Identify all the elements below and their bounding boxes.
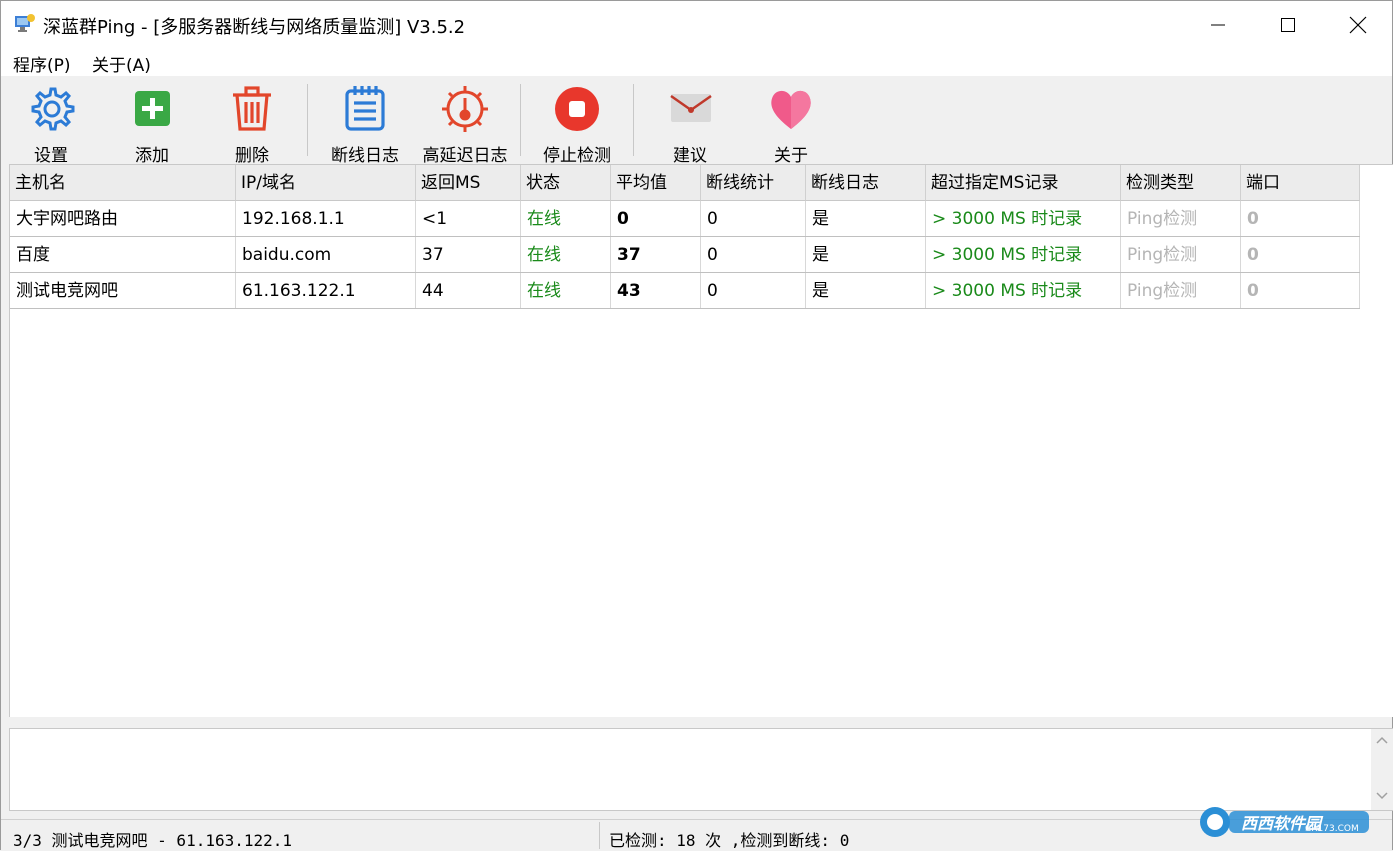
log-scrollbar[interactable] <box>1371 729 1393 810</box>
cell-over-ms: > 3000 MS 时记录 <box>926 201 1121 236</box>
cell-port: 0 <box>1241 273 1360 308</box>
cell-check-type: Ping检测 <box>1121 201 1241 236</box>
column-header-status[interactable]: 状态 <box>521 165 611 201</box>
title-bar[interactable]: 深蓝群Ping - [多服务器断线与网络质量监测] V3.5.2 <box>1 1 1392 48</box>
status-check-count: 已检测: 18 次 ,检测到断线: 0 <box>609 831 850 850</box>
menu-about[interactable]: 关于(A) <box>92 51 151 76</box>
toolbar-separator <box>633 84 634 156</box>
cell-over-ms: > 3000 MS 时记录 <box>926 273 1121 308</box>
heart-icon <box>771 90 811 129</box>
cell-port: 0 <box>1241 201 1360 236</box>
column-header-drop-count[interactable]: 断线统计 <box>701 165 806 201</box>
cell-host: 大宇网吧路由 <box>10 201 236 236</box>
cell-ip: 192.168.1.1 <box>236 201 416 236</box>
menu-program[interactable]: 程序(P) <box>13 51 71 76</box>
cell-average: 0 <box>611 201 701 236</box>
cell-drop-log: 是 <box>806 201 926 236</box>
column-header-host[interactable]: 主机名 <box>10 165 236 201</box>
status-bar: 3/3 测试电竞网吧 - 61.163.122.1 已检测: 18 次 ,检测到… <box>1 819 1392 850</box>
cell-status: 在线 <box>521 237 611 272</box>
stop-icon <box>555 87 599 131</box>
close-icon <box>1349 16 1367 33</box>
app-monitor-icon <box>15 14 35 32</box>
add-icon <box>135 91 170 126</box>
cell-ms: 37 <box>416 237 521 272</box>
minimize-icon <box>1211 24 1225 25</box>
table-row[interactable]: 百度 baidu.com 37 在线 37 0 是 > 3000 MS 时记录 … <box>10 237 1360 273</box>
menu-bar: 程序(P) 关于(A) <box>1 48 1392 76</box>
latency-log-button[interactable]: 高延迟日志 <box>417 84 513 166</box>
toolbar-separator <box>307 84 308 156</box>
column-header-over-ms[interactable]: 超过指定MS记录 <box>926 165 1121 201</box>
cell-ms: <1 <box>416 201 521 236</box>
cell-check-type: Ping检测 <box>1121 273 1241 308</box>
column-header-ip[interactable]: IP/域名 <box>236 165 416 201</box>
column-header-ms[interactable]: 返回MS <box>416 165 521 201</box>
cell-drop-log: 是 <box>806 273 926 308</box>
cell-host: 测试电竞网吧 <box>10 273 236 308</box>
cell-ms: 44 <box>416 273 521 308</box>
add-button[interactable]: 添加 <box>104 84 200 166</box>
about-button[interactable]: 关于 <box>743 84 839 166</box>
scroll-down-icon[interactable] <box>1376 791 1388 801</box>
disconnect-log-label: 断线日志 <box>331 146 399 166</box>
toolbar: 设置 添加 删除 断线日志 高延迟日志 停止检测 建议 关于 <box>1 76 1392 166</box>
cell-status: 在线 <box>521 201 611 236</box>
delete-button[interactable]: 删除 <box>204 84 300 166</box>
column-header-drop-log[interactable]: 断线日志 <box>806 165 926 201</box>
cell-port: 0 <box>1241 237 1360 272</box>
status-current-host: 3/3 测试电竞网吧 - 61.163.122.1 <box>13 831 293 850</box>
settings-label: 设置 <box>34 146 68 166</box>
cell-over-ms: > 3000 MS 时记录 <box>926 237 1121 272</box>
latency-log-label: 高延迟日志 <box>422 146 508 166</box>
cell-ip: baidu.com <box>236 237 416 272</box>
settings-button[interactable]: 设置 <box>3 84 99 166</box>
maximize-button[interactable] <box>1253 1 1323 48</box>
window-title: 深蓝群Ping - [多服务器断线与网络质量监测] V3.5.2 <box>43 17 466 38</box>
disconnect-log-button[interactable]: 断线日志 <box>317 84 413 166</box>
add-label: 添加 <box>135 146 169 166</box>
maximize-icon <box>1281 17 1295 32</box>
minimize-button[interactable] <box>1183 1 1253 48</box>
cell-drop-log: 是 <box>806 237 926 272</box>
app-window: 深蓝群Ping - [多服务器断线与网络质量监测] V3.5.2 程序(P) 关… <box>0 0 1393 850</box>
envelope-icon <box>670 94 712 122</box>
gear-icon <box>31 87 75 131</box>
stop-button[interactable]: 停止检测 <box>529 84 625 166</box>
notepad-icon <box>345 86 385 131</box>
log-textarea[interactable] <box>9 728 1393 811</box>
cell-average: 43 <box>611 273 701 308</box>
cell-host: 百度 <box>10 237 236 272</box>
toolbar-separator <box>520 84 521 156</box>
column-header-check-type[interactable]: 检测类型 <box>1121 165 1241 201</box>
cell-status: 在线 <box>521 273 611 308</box>
grid-header: 主机名 IP/域名 返回MS 状态 平均值 断线统计 断线日志 超过指定MS记录… <box>10 165 1360 201</box>
delete-label: 删除 <box>235 146 269 166</box>
host-list-grid: 主机名 IP/域名 返回MS 状态 平均值 断线统计 断线日志 超过指定MS记录… <box>9 164 1393 717</box>
stop-label: 停止检测 <box>543 146 611 166</box>
status-divider <box>599 822 600 849</box>
table-row[interactable]: 测试电竞网吧 61.163.122.1 44 在线 43 0 是 > 3000 … <box>10 273 1360 309</box>
suggest-button[interactable]: 建议 <box>642 84 738 166</box>
column-header-port[interactable]: 端口 <box>1241 165 1360 201</box>
column-header-average[interactable]: 平均值 <box>611 165 701 201</box>
cell-drop-count: 0 <box>701 273 806 308</box>
table-row[interactable]: 大宇网吧路由 192.168.1.1 <1 在线 0 0 是 > 3000 MS… <box>10 201 1360 237</box>
thermometer-gauge-icon <box>442 86 488 132</box>
watermark-logo: 西西软件园 CR173.COM <box>1193 804 1373 840</box>
cell-check-type: Ping检测 <box>1121 237 1241 272</box>
cell-ip: 61.163.122.1 <box>236 273 416 308</box>
watermark-url: CR173.COM <box>1305 824 1359 834</box>
close-button[interactable] <box>1323 1 1393 48</box>
trash-icon <box>233 86 271 131</box>
suggest-label: 建议 <box>673 146 707 166</box>
cell-drop-count: 0 <box>701 237 806 272</box>
cell-average: 37 <box>611 237 701 272</box>
about-label: 关于 <box>774 146 808 166</box>
scroll-up-icon[interactable] <box>1376 735 1388 745</box>
cell-drop-count: 0 <box>701 201 806 236</box>
